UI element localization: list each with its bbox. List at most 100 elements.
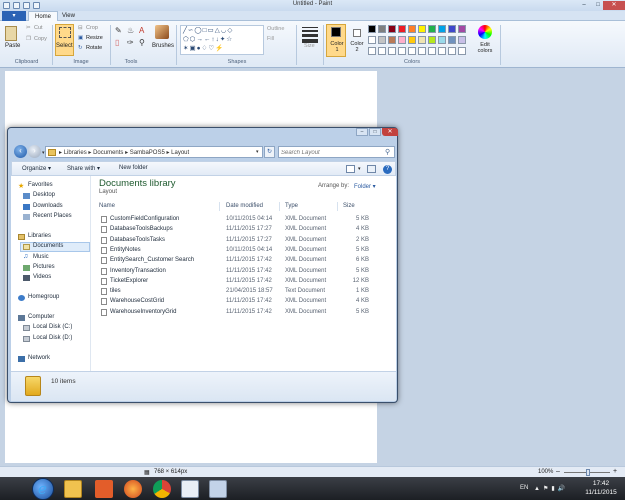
magnifier-icon[interactable]: ⚲ <box>139 38 145 47</box>
preview-pane-icon[interactable] <box>367 165 376 173</box>
tab-view[interactable]: View <box>56 11 81 21</box>
file-row[interactable]: tiles 21/04/2015 18:57 Text Document 1 KB <box>92 287 396 297</box>
palette-color-swatch[interactable] <box>428 25 436 33</box>
clock-time[interactable]: 17:42 <box>583 480 619 487</box>
custom-color-swatch[interactable] <box>388 47 396 55</box>
view-dropdown-icon[interactable]: ▾ <box>358 166 361 172</box>
nav-local-disk-d[interactable]: Local Disk (D:) <box>33 335 72 341</box>
explorer-minimize-button[interactable]: – <box>356 128 368 136</box>
tray-icons[interactable]: ▲⚑▮🔊 <box>534 485 568 492</box>
palette-color-swatch[interactable] <box>368 36 376 44</box>
copy-button[interactable]: Copy <box>34 36 47 42</box>
custom-color-swatch[interactable] <box>428 47 436 55</box>
brushes-button[interactable]: Brushes <box>152 43 174 49</box>
arrange-by-dropdown[interactable]: Folder ▾ <box>354 183 376 190</box>
refresh-button[interactable]: ↻ <box>264 146 275 158</box>
size-icon[interactable] <box>302 27 318 43</box>
file-row[interactable]: InventoryTransaction 11/11/2015 17:42 XML … <box>92 267 396 277</box>
forward-arrow-icon[interactable]: › <box>28 145 41 158</box>
language-indicator[interactable]: EN <box>520 485 528 491</box>
custom-color-swatch[interactable] <box>458 47 466 55</box>
palette-color-swatch[interactable] <box>388 25 396 33</box>
palette-color-swatch[interactable] <box>418 36 426 44</box>
nav-network[interactable]: Network <box>28 355 50 361</box>
shapes-gallery[interactable]: ╱∽◯□▭△◡◇ ⬠⬡→←↑↓✦☆ ✶▣●♢♡⚡ <box>180 25 264 55</box>
breadcrumb-documents[interactable]: Documents <box>93 150 123 156</box>
new-folder-button[interactable]: New folder <box>119 165 148 171</box>
zoom-in-button[interactable]: + <box>613 468 617 475</box>
palette-color-swatch[interactable] <box>398 36 406 44</box>
custom-color-swatch[interactable] <box>448 47 456 55</box>
explorer-maximize-button[interactable]: □ <box>369 128 381 136</box>
breadcrumb-layout[interactable]: Layout <box>171 150 189 156</box>
file-row[interactable]: TicketExplorer 11/11/2015 17:42 XML Docume… <box>92 277 396 287</box>
column-header-size[interactable]: Size <box>343 203 355 209</box>
tab-home[interactable]: Home <box>28 11 59 21</box>
brushes-icon[interactable] <box>155 25 169 39</box>
paint-minimize-button[interactable]: – <box>577 1 591 10</box>
palette-color-swatch[interactable] <box>428 36 436 44</box>
column-header-date[interactable]: Date modified <box>226 203 263 209</box>
nav-documents[interactable]: Documents <box>33 243 63 249</box>
palette-color-swatch[interactable] <box>368 25 376 33</box>
file-row[interactable]: CustomFieldConfiguration 10/11/2015 04:14… <box>92 215 396 225</box>
palette-color-swatch[interactable] <box>378 36 386 44</box>
crop-button[interactable]: Crop <box>86 25 98 31</box>
custom-color-swatch[interactable] <box>418 47 426 55</box>
nav-favorites[interactable]: Favorites <box>28 182 53 188</box>
clock-date[interactable]: 11/11/2015 <box>583 489 619 496</box>
nav-downloads[interactable]: Downloads <box>33 203 63 209</box>
search-input[interactable] <box>281 148 381 157</box>
palette-color-swatch[interactable] <box>458 36 466 44</box>
palette-color-swatch[interactable] <box>438 25 446 33</box>
chrome-icon[interactable] <box>153 480 171 498</box>
color-picker-icon[interactable]: ✑ <box>127 38 134 47</box>
palette-color-swatch[interactable] <box>438 36 446 44</box>
back-arrow-icon[interactable]: ‹ <box>14 145 27 158</box>
palette-color-swatch[interactable] <box>448 36 456 44</box>
address-bar[interactable]: ▸ Libraries ▸ Documents ▸ SambaPOS5 ▸ La… <box>45 146 263 158</box>
custom-color-swatch[interactable] <box>438 47 446 55</box>
edit-colors-icon[interactable] <box>478 25 492 39</box>
search-box[interactable]: ⚲ <box>278 146 395 158</box>
internet-explorer-icon[interactable]: e <box>38 480 56 498</box>
media-player-icon[interactable] <box>95 480 113 498</box>
fill-dropdown[interactable]: Fill <box>267 36 274 42</box>
organize-button[interactable]: Organize ▾ <box>22 165 51 172</box>
color2-swatch[interactable] <box>353 29 361 37</box>
fill-bucket-icon[interactable]: ♨ <box>127 26 134 35</box>
file-explorer-icon[interactable] <box>64 480 82 498</box>
nav-music[interactable]: Music <box>33 254 49 260</box>
palette-color-swatch[interactable] <box>448 25 456 33</box>
custom-color-swatch[interactable] <box>368 47 376 55</box>
palette-color-swatch[interactable] <box>418 25 426 33</box>
paste-icon[interactable] <box>5 26 17 41</box>
breadcrumb-libraries[interactable]: Libraries <box>64 150 87 156</box>
text-tool-icon[interactable]: A <box>139 26 144 35</box>
breadcrumb-sambapos5[interactable]: SambaPOS5 <box>130 150 165 156</box>
sambapos-taskbar-icon[interactable] <box>209 480 227 498</box>
eraser-icon[interactable]: ▯ <box>115 38 119 47</box>
palette-color-swatch[interactable] <box>408 36 416 44</box>
file-row[interactable]: WarehouseCostGrid 11/11/2015 17:42 XML Doc… <box>92 297 396 307</box>
column-header-name[interactable]: Name <box>99 203 115 209</box>
firefox-icon[interactable] <box>124 480 142 498</box>
zoom-out-button[interactable]: – <box>556 468 560 475</box>
paint-taskbar-icon[interactable] <box>181 480 199 498</box>
outline-dropdown[interactable]: Outline <box>267 26 284 32</box>
palette-color-swatch[interactable] <box>398 25 406 33</box>
file-row[interactable]: DatabaseToolsBackups 11/11/2015 17:27 XML … <box>92 225 396 235</box>
column-header-type[interactable]: Type <box>285 203 298 209</box>
size-button[interactable]: Size <box>304 43 315 49</box>
edit-colors-button[interactable]: Edit colors <box>474 42 496 54</box>
file-row[interactable]: EntitySearch_Customer Search 11/11/2015 1… <box>92 256 396 266</box>
zoom-slider-thumb[interactable] <box>586 469 590 476</box>
nav-desktop[interactable]: Desktop <box>33 192 55 198</box>
nav-libraries[interactable]: Libraries <box>28 233 51 239</box>
file-row[interactable]: WarehouseInventoryGrid 11/11/2015 17:42 XM… <box>92 308 396 318</box>
custom-color-swatch[interactable] <box>408 47 416 55</box>
paste-button[interactable]: Paste <box>5 43 20 49</box>
palette-color-swatch[interactable] <box>378 25 386 33</box>
custom-color-swatch[interactable] <box>398 47 406 55</box>
file-row[interactable]: DatabaseToolsTasks 11/11/2015 17:27 XML Do… <box>92 236 396 246</box>
